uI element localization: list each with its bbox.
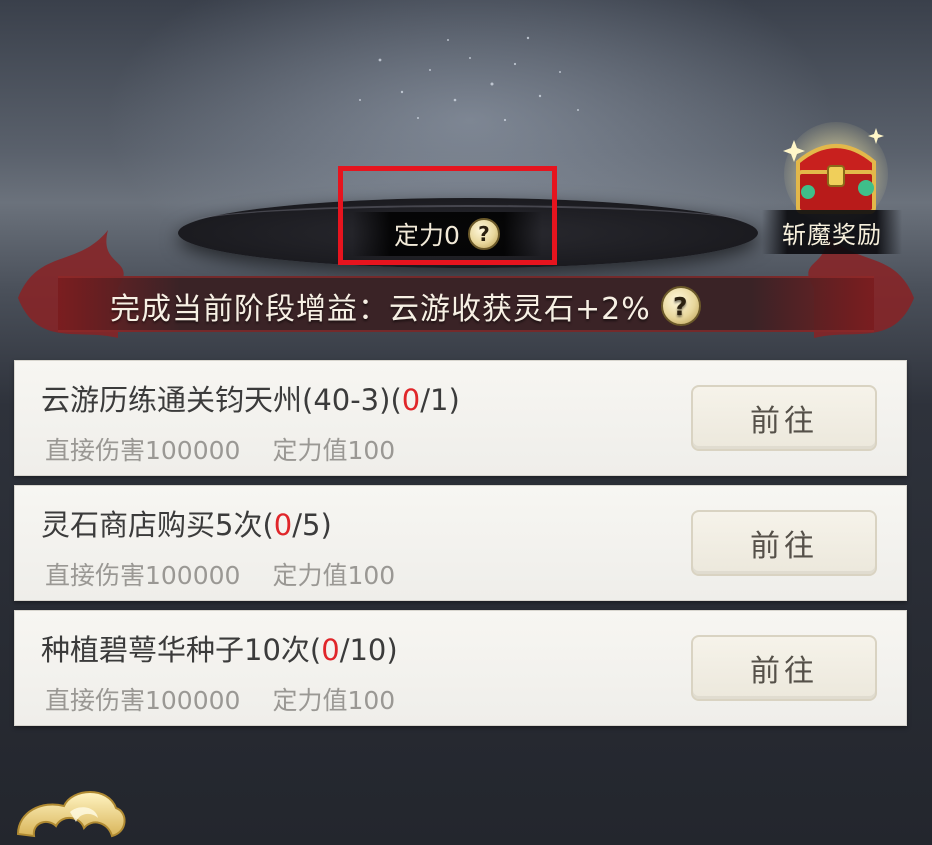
task-rewards: 直接伤害100000 定力值100 [45, 556, 395, 592]
stage-bonus-banner: 完成当前阶段增益：云游收获灵石+2% ? [110, 280, 850, 332]
task-damage: 直接伤害100000 [45, 686, 241, 715]
slay-demon-reward-label[interactable]: 斩魔奖励 [762, 210, 902, 254]
task-title: 种植碧萼华种子10次(0/10) [41, 627, 398, 669]
treasure-chest-icon[interactable] [780, 122, 892, 222]
go-button[interactable]: 前往 [691, 385, 877, 451]
task-damage: 直接伤害100000 [45, 436, 241, 465]
task-title-text: 种植碧萼华种子10次 [41, 633, 310, 667]
task-progress-total: /1) [420, 383, 460, 417]
question-mark-icon[interactable]: ? [660, 286, 701, 326]
task-card: 种植碧萼华种子10次(0/10) 直接伤害100000 定力值100 前往 [14, 610, 907, 726]
task-progress-open: ( [262, 508, 274, 542]
go-button[interactable]: 前往 [691, 510, 877, 576]
task-title-text: 云游历练通关钧天州(40-3) [41, 383, 391, 417]
task-focus-gain: 定力值100 [272, 436, 396, 465]
go-button[interactable]: 前往 [691, 635, 877, 701]
task-progress-total: /10) [339, 633, 398, 667]
task-title: 灵石商店购买5次(0/5) [41, 502, 332, 544]
task-card: 灵石商店购买5次(0/5) 直接伤害100000 定力值100 前往 [14, 485, 907, 601]
task-progress-total: /5) [292, 508, 332, 542]
task-title-text: 灵石商店购买5次 [41, 508, 263, 542]
task-rewards: 直接伤害100000 定力值100 [45, 431, 395, 467]
task-progress-current: 0 [321, 633, 340, 667]
task-title: 云游历练通关钧天州(40-3)(0/1) [41, 377, 460, 419]
highlight-box [338, 166, 557, 265]
task-progress-current: 0 [273, 508, 293, 542]
task-focus-gain: 定力值100 [272, 561, 396, 590]
task-progress-open: ( [309, 633, 322, 667]
task-progress-open: ( [390, 383, 402, 417]
task-progress-current: 0 [401, 383, 421, 417]
stage-bonus-text: 完成当前阶段增益：云游收获灵石+2% [110, 292, 651, 327]
task-rewards: 直接伤害100000 定力值100 [45, 681, 395, 717]
task-card: 云游历练通关钧天州(40-3)(0/1) 直接伤害100000 定力值100 前往 [14, 360, 907, 476]
task-focus-gain: 定力值100 [272, 686, 396, 715]
auspicious-cloud-icon[interactable] [12, 782, 128, 845]
task-damage: 直接伤害100000 [45, 561, 241, 590]
